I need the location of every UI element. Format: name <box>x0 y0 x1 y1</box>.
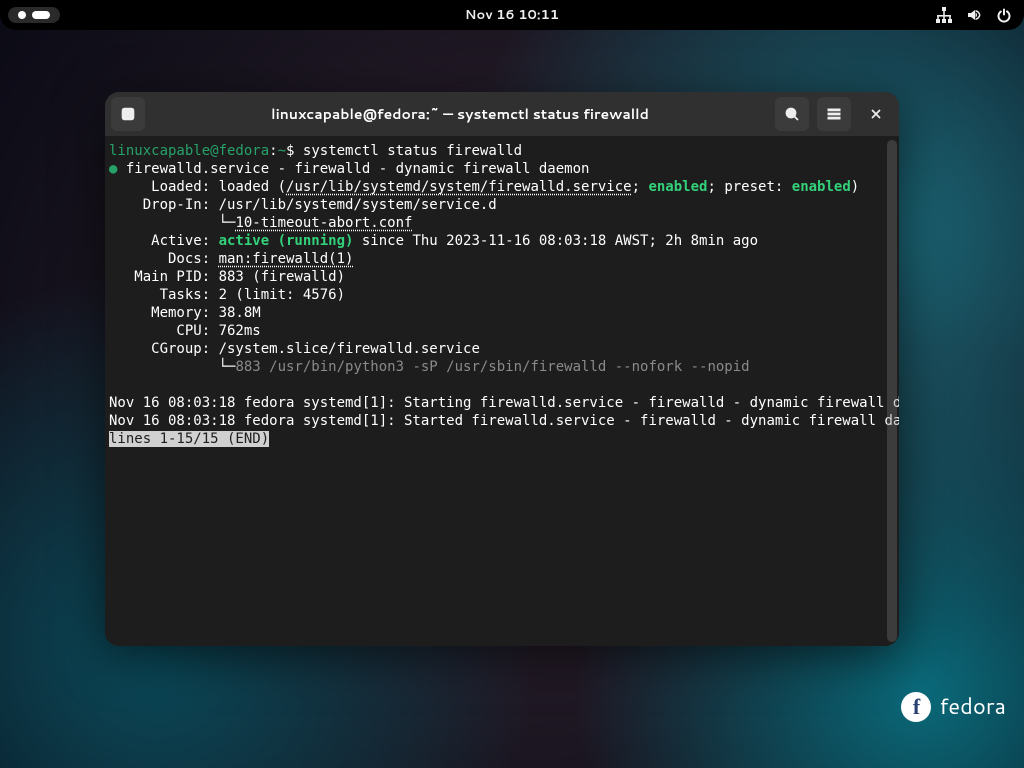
terminal-window: linuxcapable@fedora:~ — systemctl status… <box>105 92 899 646</box>
terminal-scrollbar[interactable] <box>887 140 897 642</box>
dropin-dir: /usr/lib/systemd/system/service.d <box>219 197 497 213</box>
cgroup-path: /system.slice/firewalld.service <box>219 341 480 357</box>
cpu-line: CPU: 762ms <box>109 323 261 339</box>
workspace-bar-icon <box>32 11 50 19</box>
main-pid-line: Main PID: 883 (firewalld) <box>109 269 345 285</box>
fedora-logo-icon: f <box>901 692 931 722</box>
workspace-dot-icon <box>18 11 26 19</box>
activities-pill[interactable] <box>8 7 60 23</box>
window-titlebar: linuxcapable@fedora:~ — systemctl status… <box>105 92 899 136</box>
memory-line: Memory: 38.8M <box>109 305 261 321</box>
terminal-viewport[interactable]: linuxcapable@fedora:~$ systemctl status … <box>105 136 899 646</box>
active-since: since Thu 2023-11-16 08:03:18 AWST; 2h 8… <box>353 233 758 249</box>
power-icon <box>996 7 1012 23</box>
enabled-state: enabled <box>648 179 707 195</box>
clock[interactable]: Nov 16 10:11 <box>465 6 559 24</box>
active-state: active (running) <box>219 233 354 249</box>
status-dot-icon: ● <box>109 161 117 177</box>
volume-icon <box>966 7 982 23</box>
fedora-watermark: f fedora <box>901 691 1006 722</box>
entered-command: systemctl status firewalld <box>303 143 522 159</box>
gnome-top-bar: Nov 16 10:11 <box>0 0 1024 30</box>
window-title: linuxcapable@fedora:~ — systemctl status… <box>153 104 767 124</box>
unit-file-path: /usr/lib/systemd/system/firewalld.servic… <box>286 179 632 195</box>
prompt-userhost: linuxcapable@fedora <box>109 143 269 159</box>
system-tray[interactable] <box>936 7 1012 23</box>
search-button[interactable] <box>775 97 809 131</box>
new-tab-button[interactable] <box>111 97 145 131</box>
prompt-cwd: ~ <box>278 143 286 159</box>
network-wired-icon <box>936 7 952 23</box>
journal-line: Nov 16 08:03:18 fedora systemd[1]: Start… <box>109 413 899 429</box>
dropin-conf-file: 10-timeout-abort.conf <box>235 215 412 231</box>
preset-state: enabled <box>792 179 851 195</box>
docs-link: man:firewalld(1) <box>219 251 354 267</box>
tasks-line: Tasks: 2 (limit: 4576) <box>109 287 345 303</box>
hamburger-menu-button[interactable] <box>817 97 851 131</box>
pager-status: lines 1-15/15 (END) <box>109 431 269 447</box>
close-button[interactable] <box>859 97 893 131</box>
journal-line: Nov 16 08:03:18 fedora systemd[1]: Start… <box>109 395 899 411</box>
fedora-wordmark: fedora <box>939 691 1006 722</box>
service-description: firewalld.service - firewalld - dynamic … <box>126 161 590 177</box>
cgroup-process: 883 /usr/bin/python3 -sP /usr/sbin/firew… <box>235 359 749 375</box>
